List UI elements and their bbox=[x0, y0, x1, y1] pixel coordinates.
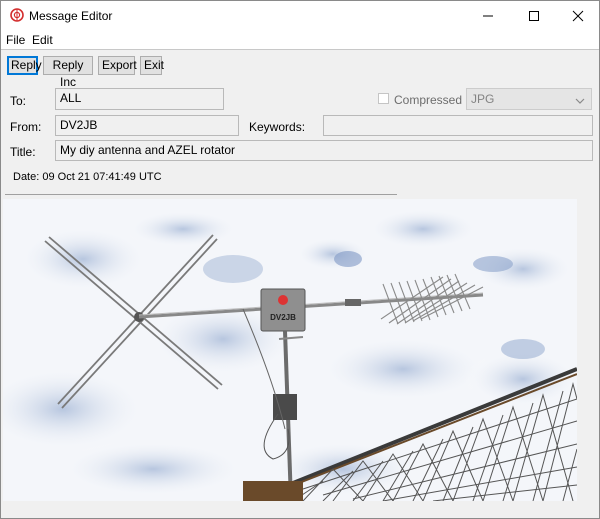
menu-edit[interactable]: Edit bbox=[32, 33, 53, 47]
to-label: To: bbox=[10, 94, 27, 108]
title-label: Title: bbox=[10, 145, 36, 159]
maximize-icon bbox=[529, 11, 539, 21]
date-text: Date: 09 Oct 21 07:41:49 UTC bbox=[13, 171, 162, 183]
image-side-panel bbox=[577, 199, 599, 501]
minimize-icon bbox=[483, 15, 493, 17]
from-field[interactable]: DV2JB bbox=[55, 115, 239, 136]
exit-button[interactable]: Exit bbox=[140, 56, 164, 75]
header-divider bbox=[5, 194, 397, 195]
reply-inc-button[interactable]: Reply Inc bbox=[43, 56, 93, 89]
reply-button[interactable]: Reply bbox=[7, 56, 42, 75]
close-button[interactable] bbox=[555, 1, 599, 31]
format-select-value: JPG bbox=[471, 92, 495, 106]
maximize-button[interactable] bbox=[511, 1, 557, 31]
bottom-strip bbox=[1, 501, 599, 518]
compressed-label: Compressed bbox=[394, 93, 463, 107]
keywords-field[interactable] bbox=[323, 115, 593, 136]
rotator-box-label: DV2JB bbox=[270, 313, 296, 322]
close-icon bbox=[572, 10, 584, 22]
to-field[interactable]: ALL bbox=[55, 88, 224, 110]
compressed-checkbox[interactable] bbox=[378, 93, 389, 104]
title-bar: Message Editor bbox=[1, 1, 599, 31]
menu-file[interactable]: File bbox=[6, 33, 25, 47]
from-label: From: bbox=[10, 120, 42, 134]
menu-separator bbox=[1, 49, 599, 50]
chevron-down-icon bbox=[575, 94, 585, 108]
minimize-button[interactable] bbox=[465, 1, 511, 31]
title-field[interactable]: My diy antenna and AZEL rotator bbox=[55, 140, 593, 161]
window-title: Message Editor bbox=[29, 9, 113, 23]
antenna-photo: DV2JB bbox=[3, 199, 577, 501]
app-icon bbox=[10, 8, 24, 22]
menu-bar: File Edit bbox=[1, 31, 599, 49]
keywords-label: Keywords: bbox=[249, 120, 306, 134]
message-editor-window: Message Editor File Edit Reply Reply Inc… bbox=[0, 0, 600, 519]
message-image: DV2JB bbox=[3, 199, 577, 501]
format-select[interactable]: JPG bbox=[466, 88, 592, 110]
export-button[interactable]: Export bbox=[98, 56, 137, 75]
